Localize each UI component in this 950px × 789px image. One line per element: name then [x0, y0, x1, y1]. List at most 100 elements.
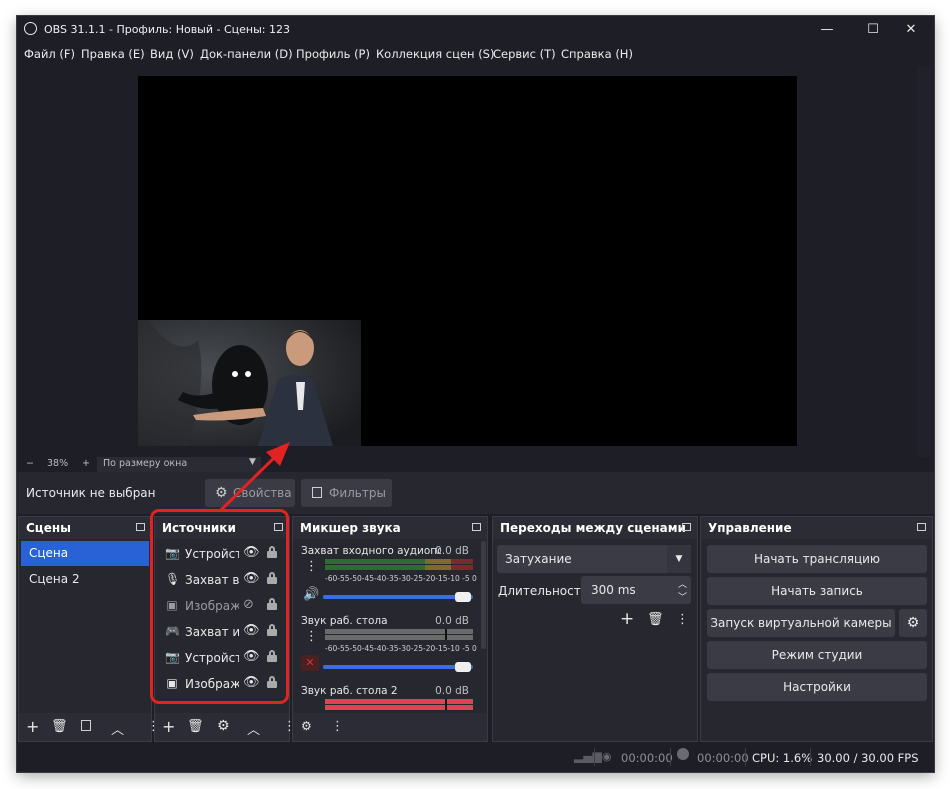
start-virtual-camera-button[interactable]: Запуск виртуальной камеры [707, 609, 895, 637]
title-bar: OBS 31.1.1 - Профиль: Новый - Сцены: 123… [17, 16, 934, 44]
menu-file[interactable]: Файл (F) [24, 47, 75, 61]
meter-scale: -60-55-50-45-40-35-30-25-20-15-10 -5 0 [325, 574, 477, 583]
status-bar: ▂▄▆ ◉ 00:00:00 00:00:00 CPU: 1.6% 30.00 … [17, 742, 934, 772]
window-title: OBS 31.1.1 - Профиль: Новый - Сцены: 123 [44, 23, 290, 36]
properties-button[interactable]: ⚙ Свойства [205, 479, 295, 507]
level-meter [325, 629, 473, 641]
menu-view[interactable]: Вид (V) [150, 47, 194, 61]
menu-scene-collection[interactable]: Коллекция сцен (S) [376, 47, 494, 61]
scenes-title: Сцены [26, 521, 71, 535]
mixer-title: Микшер звука [300, 521, 401, 535]
zoom-mode-select[interactable]: По размеру окна ▼ [97, 457, 261, 472]
chevron-down-icon[interactable]: ﹀ [678, 590, 687, 603]
chevron-up-icon[interactable]: ︿ [247, 719, 260, 738]
menu-edit[interactable]: Правка (E) [81, 47, 145, 61]
trash-icon[interactable]: 🗑 [187, 719, 204, 734]
menu-profile[interactable]: Профиль (P) [296, 47, 370, 61]
filters-label: Фильтры [329, 486, 386, 500]
gear-icon[interactable]: ⚙ [217, 718, 230, 734]
filter-icon[interactable] [81, 720, 91, 731]
scenes-header: Сцены [19, 517, 151, 539]
menu-bar: Файл (F) Правка (E) Вид (V) Док-панели (… [17, 44, 934, 66]
trash-icon[interactable]: 🗑 [51, 719, 68, 734]
meter-scale: -60-55-50-45-40-35-30-25-20-15-10 -5 0 [325, 644, 477, 653]
zoom-bar: − 38% + По размеру окна ▼ [17, 457, 934, 472]
scenes-dock: Сцены Сцена Сцена 2 + 🗑 ︿ ⋮ [18, 516, 160, 742]
volume-handle[interactable] [455, 662, 471, 672]
volume-handle[interactable] [455, 592, 471, 602]
record-time: 00:00:00 [697, 751, 749, 765]
controls-dock: Управление Начать трансляцию Начать запи… [700, 516, 933, 742]
undock-icon[interactable] [472, 523, 481, 531]
scene-item[interactable]: Сцена [21, 541, 149, 566]
record-icon [677, 748, 689, 760]
preview-canvas[interactable] [138, 76, 797, 446]
speaker-icon[interactable]: 🔊 [303, 587, 319, 602]
studio-mode-button[interactable]: Режим студии [707, 641, 927, 669]
add-source-icon[interactable]: + [162, 717, 175, 736]
duration-label: Длительность [498, 584, 588, 598]
preview-scrollbar[interactable] [917, 66, 931, 457]
undock-icon[interactable] [136, 523, 145, 531]
more-options-icon[interactable]: ⋮ [305, 629, 318, 644]
level-meter [325, 559, 473, 571]
cpu-usage: CPU: 1.6% [752, 751, 813, 765]
undock-icon[interactable] [917, 523, 926, 531]
add-scene-icon[interactable]: + [26, 717, 39, 736]
menu-docks[interactable]: Док-панели (D) [200, 47, 293, 61]
gear-icon[interactable]: ⚙ [899, 609, 927, 637]
signal-icon: ▂▄▆ [574, 749, 602, 763]
channel-db: 0.0 dB [435, 615, 469, 627]
add-transition-icon[interactable]: + [620, 609, 634, 629]
properties-label: Свойства [233, 486, 292, 500]
menu-tools[interactable]: Сервис (T) [493, 47, 556, 61]
menu-help[interactable]: Справка (H) [561, 47, 633, 61]
transitions-title: Переходы между сценами [500, 521, 686, 535]
chevron-up-icon[interactable]: ︿ [111, 719, 124, 738]
webcam-image [138, 320, 361, 446]
close-button[interactable]: ✕ [888, 16, 934, 44]
zoom-in-button[interactable]: + [82, 458, 90, 469]
more-options-icon[interactable]: ⋮ [676, 612, 689, 627]
volume-slider[interactable] [323, 665, 473, 669]
controls-title: Управление [708, 521, 792, 535]
mixer-footer: ⚙ ⋮ [293, 713, 487, 741]
scene-item[interactable]: Сцена 2 [21, 567, 149, 592]
chevron-down-icon: ▼ [249, 457, 256, 467]
minimize-button[interactable]: — [804, 16, 850, 44]
mixer-header: Микшер звука [293, 517, 487, 539]
no-source-label: Источник не выбран [26, 486, 156, 500]
duration-spinbox[interactable]: 300 ms ︿ ﹀ [581, 576, 691, 604]
gear-icon[interactable]: ⚙ [301, 719, 312, 733]
more-options-icon[interactable]: ⋮ [305, 559, 318, 574]
more-options-icon[interactable]: ⋮ [331, 719, 344, 734]
undock-icon[interactable] [682, 523, 691, 531]
gear-icon: ⚙ [215, 485, 228, 501]
trash-icon[interactable]: 🗑 [647, 612, 664, 627]
mixer-channel: Звук раб. стола 2 0.0 dB [295, 685, 475, 713]
zoom-value: 38% [47, 458, 69, 469]
chevron-up-icon[interactable]: ︿ [678, 577, 687, 590]
transition-value: Затухание [505, 552, 572, 566]
volume-slider[interactable] [323, 595, 473, 599]
sources-footer: + 🗑 ⚙ ︿ ⋮ [155, 713, 296, 741]
audio-mixer-dock: Микшер звука Захват входного аудиопотока… [292, 516, 488, 742]
filter-icon [312, 487, 322, 498]
scenes-footer: + 🗑 ︿ ⋮ [19, 713, 160, 741]
zoom-out-button[interactable]: − [26, 458, 34, 469]
duration-value: 300 ms [591, 583, 636, 597]
speaker-muted-icon[interactable]: ✕ [301, 655, 319, 671]
transition-select[interactable]: Затухание ▼ [497, 545, 691, 573]
start-recording-button[interactable]: Начать запись [707, 577, 927, 605]
start-streaming-button[interactable]: Начать трансляцию [707, 545, 927, 573]
filters-button[interactable]: Фильтры [301, 479, 392, 507]
settings-button[interactable]: Настройки [707, 673, 927, 701]
preview-area [17, 66, 934, 457]
mixer-scrollbar[interactable] [481, 541, 486, 649]
obs-logo-icon [24, 22, 37, 35]
stream-time: 00:00:00 [621, 751, 673, 765]
highlight-box [150, 509, 289, 704]
zoom-mode-label: По размеру окна [103, 458, 188, 469]
channel-name: Звук раб. стола 2 [301, 685, 398, 697]
chevron-down-icon: ▼ [667, 545, 691, 573]
